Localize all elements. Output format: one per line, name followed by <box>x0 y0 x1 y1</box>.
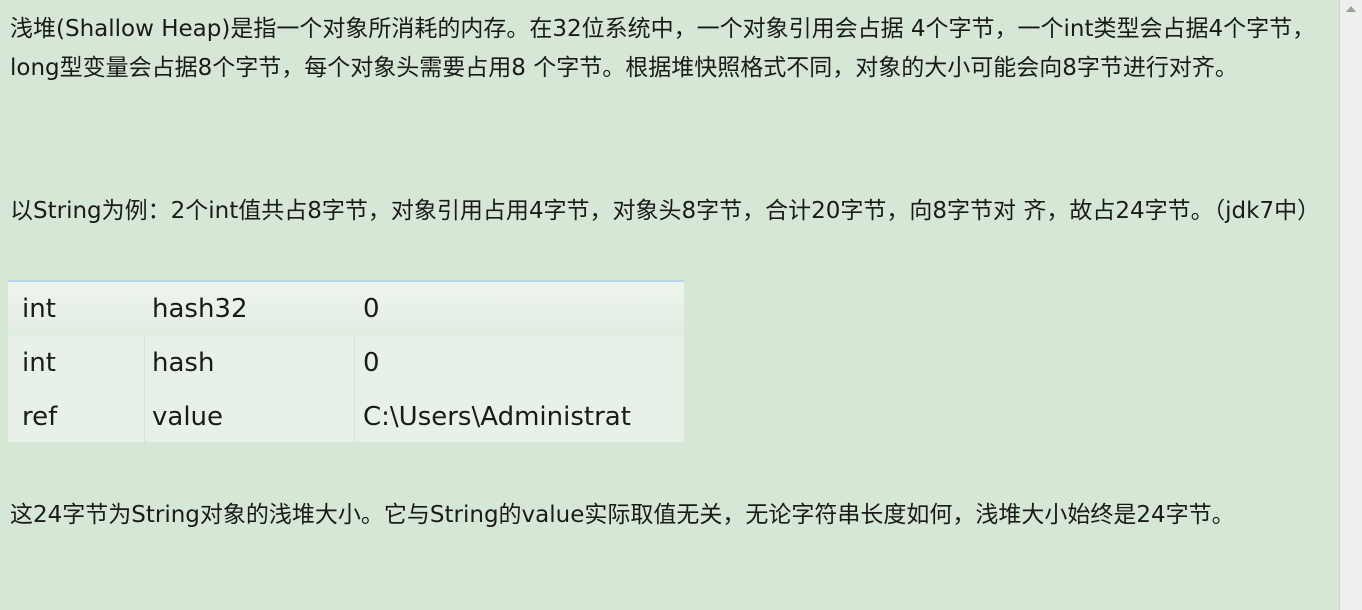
paragraph-string-example: 以String为例：2个int值共占8字节，对象引用占用4字节，对象头8字节，合… <box>10 198 1321 224</box>
field-type: ref <box>22 402 58 432</box>
paragraph-conclusion: 这24字节为String对象的浅堆大小。它与String的value实际取值无关… <box>10 502 1235 528</box>
field-type: int <box>22 348 56 378</box>
paragraph-shallow-heap-definition: 浅堆(Shallow Heap)是指一个对象所消耗的内存。在32位系统中，一个对… <box>10 16 1316 81</box>
field-table: int hash32 0 int hash 0 ref value C:\Use… <box>8 280 684 442</box>
table-row[interactable]: ref value C:\Users\Administrat <box>8 390 684 442</box>
vertical-scrollbar[interactable] <box>1339 0 1362 610</box>
field-type: int <box>22 294 56 324</box>
field-value: 0 <box>363 294 380 324</box>
table-row[interactable]: int hash 0 <box>8 336 684 390</box>
table-row[interactable]: int hash32 0 <box>8 282 684 336</box>
document-content: 浅堆(Shallow Heap)是指一个对象所消耗的内存。在32位系统中，一个对… <box>0 0 1340 610</box>
field-name: hash <box>152 348 215 378</box>
field-value: C:\Users\Administrat <box>363 402 631 432</box>
field-value: 0 <box>363 348 380 378</box>
scroll-up-arrow-icon[interactable] <box>1346 6 1356 12</box>
field-name: hash32 <box>152 294 248 324</box>
field-name: value <box>152 402 224 432</box>
